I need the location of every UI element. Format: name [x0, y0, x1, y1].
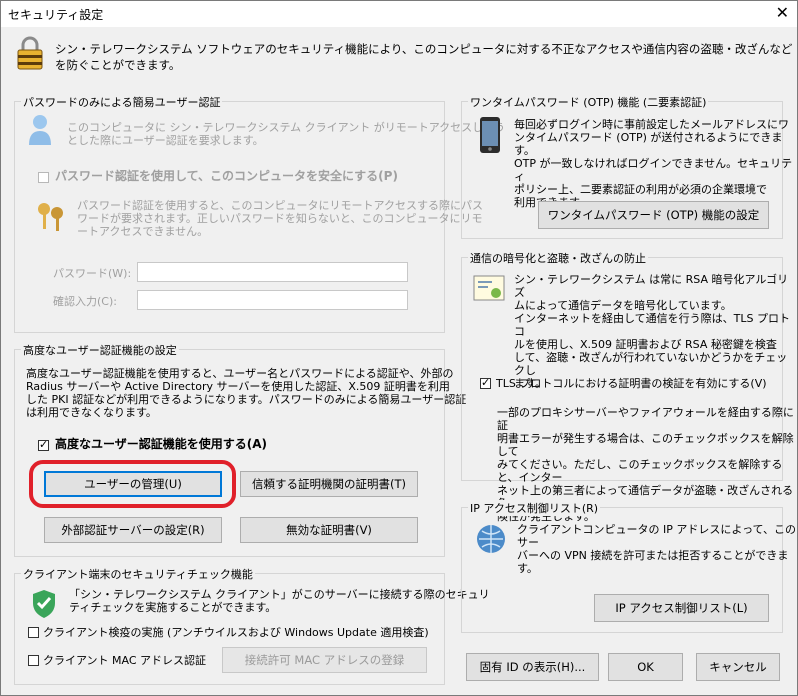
password-auth-checkbox-label[interactable]: パスワード認証を使用して、このコンピュータを安全にする(P)	[55, 170, 398, 183]
advanced-auth-legend: 高度なユーザー認証機能の設定	[21, 342, 179, 358]
password-label: パスワード(W):	[53, 267, 132, 280]
tls-verify-label[interactable]: TLS プロトコルにおける証明書の検証を有効にする(V)	[496, 377, 767, 390]
encryption-desc: シン・テレワークシステム は常に RSA 暗号化アルゴリズ ムによって通信データ…	[514, 273, 790, 390]
window-title: セキュリティ設定	[8, 8, 104, 22]
client-inspection-checkbox[interactable]	[28, 627, 39, 638]
client-security-legend: クライアント端末のセキュリティチェック機能	[21, 566, 255, 582]
client-mac-checkbox[interactable]	[28, 655, 39, 666]
user-icon	[29, 115, 51, 145]
phone-icon	[480, 117, 500, 153]
mac-register-button[interactable]: 接続許可 MAC アドレスの登録	[222, 647, 427, 673]
confirm-input[interactable]	[137, 290, 408, 310]
padlock-icon	[17, 36, 43, 70]
advanced-auth-checkbox-label[interactable]: 高度なユーザー認証機能を使用する(A)	[55, 438, 267, 451]
title-bar: セキュリティ設定 ✕	[1, 1, 797, 27]
password-input[interactable]	[137, 262, 408, 282]
invalid-cert-button[interactable]: 無効な証明書(V)	[240, 517, 418, 543]
advanced-auth-desc: 高度なユーザー認証機能を使用すると、ユーザー名とパスワードによる認証や、外部の …	[26, 367, 467, 419]
keys-icon	[38, 203, 63, 231]
intro-text: シン・テレワークシステム ソフトウェアのセキュリティ機能により、このコンピュータ…	[55, 42, 793, 72]
confirm-label: 確認入力(C):	[53, 295, 117, 308]
tls-verify-checkbox[interactable]	[480, 376, 491, 389]
network-icon	[477, 525, 505, 553]
password-auth-checkbox[interactable]	[38, 172, 49, 183]
ok-button[interactable]: OK	[608, 653, 683, 681]
security-settings-window: セキュリティ設定 ✕ シン・テレワークシステム ソフトウェアのセキュリティ機能に…	[0, 0, 798, 696]
external-auth-server-button[interactable]: 外部認証サーバーの設定(R)	[44, 517, 222, 543]
show-unique-id-button[interactable]: 固有 ID の表示(H)...	[466, 653, 599, 681]
trusted-ca-button[interactable]: 信頼する証明機関の証明書(T)	[240, 471, 418, 497]
ip-acl-desc: クライアントコンピュータの IP アドレスによって、このサー バーへの VPN …	[517, 523, 796, 575]
advanced-auth-checkbox[interactable]	[38, 438, 49, 451]
otp-settings-button[interactable]: ワンタイムパスワード (OTP) 機能の設定	[538, 201, 769, 229]
password-auth-desc: このコンピュータに シン・テレワークシステム クライアント がリモートアクセスし…	[67, 121, 506, 147]
ip-acl-button[interactable]: IP アクセス制御リスト(L)	[594, 594, 769, 622]
password-auth-detail: パスワード認証を使用すると、このコンピュータにリモートアクセスする際にパス ワー…	[77, 199, 484, 238]
close-icon[interactable]: ✕	[776, 3, 789, 22]
password-auth-legend: パスワードのみによる簡易ユーザー認証	[21, 94, 223, 110]
encryption-legend: 通信の暗号化と盗聴・改ざんの防止	[468, 250, 648, 266]
otp-legend: ワンタイムパスワード (OTP) 機能 (二要素認証)	[468, 94, 709, 110]
shield-icon	[33, 590, 55, 618]
otp-desc: 毎回必ずログイン時に事前設定したメールアドレスにワ ンタイムパスワード (OTP…	[514, 118, 793, 209]
ip-acl-legend: IP アクセス制御リスト(R)	[468, 500, 601, 516]
client-inspection-label[interactable]: クライアント検疫の実施 (アンチウイルスおよび Windows Update 適…	[43, 626, 429, 639]
certificate-icon	[473, 275, 505, 301]
cancel-button[interactable]: キャンセル	[696, 653, 780, 681]
client-mac-label[interactable]: クライアント MAC アドレス認証	[43, 654, 206, 667]
user-management-button[interactable]: ユーザーの管理(U)	[44, 471, 222, 497]
client-security-desc: 「シン・テレワークシステム クライアント」がこのサーバーに接続する際のセキュリ …	[69, 588, 490, 614]
